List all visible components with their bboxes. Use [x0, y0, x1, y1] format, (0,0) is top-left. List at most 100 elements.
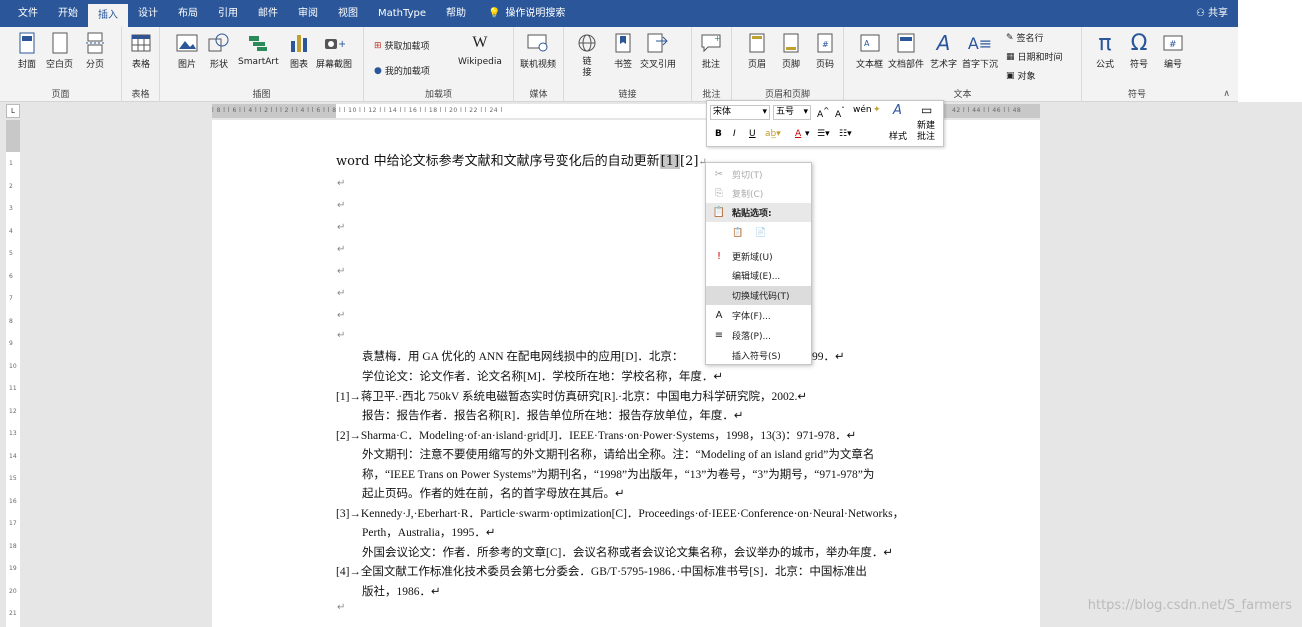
- context-menu-item[interactable]: ✂ 剪切(T): [706, 165, 811, 184]
- highlight-icon[interactable]: ab̲▾: [765, 129, 781, 139]
- tab-layout[interactable]: 布局: [168, 0, 208, 27]
- context-menu-item[interactable]: A 字体(F)...: [706, 306, 811, 325]
- context-menu-item[interactable]: 切换域代码(T): [706, 286, 811, 305]
- paste-text-only-icon[interactable]: 📄: [755, 228, 766, 238]
- numbering-icon[interactable]: ☷▾: [839, 129, 852, 139]
- number-icon: #: [1162, 31, 1184, 55]
- tell-me-search[interactable]: 💡 操作说明搜索: [476, 0, 565, 27]
- collapse-ribbon-icon[interactable]: ∧: [1223, 89, 1230, 99]
- textbox-button[interactable]: A 文本框: [856, 31, 883, 70]
- table-button[interactable]: 表格: [130, 31, 152, 70]
- share-button[interactable]: ⚇ 共享: [1196, 0, 1228, 27]
- tab-view[interactable]: 视图: [328, 0, 368, 27]
- underline-button[interactable]: U: [749, 129, 756, 139]
- object-icon: ▣: [1006, 70, 1015, 81]
- blank-page-button[interactable]: 空白页: [46, 31, 73, 70]
- context-menu-item[interactable]: ! 更新域(U): [706, 247, 811, 266]
- reference-line[interactable]: 报告：报告作者．报告名称[R]．报告单位所在地：报告存放单位，年度．↵: [362, 407, 743, 423]
- equation-button[interactable]: π 公式: [1094, 31, 1116, 71]
- chart-button[interactable]: 图表: [288, 31, 310, 70]
- signature-line-button[interactable]: ✎ 签名行: [1006, 31, 1044, 45]
- page-number-button[interactable]: # 页码: [814, 31, 836, 70]
- date-time-button[interactable]: ▦ 日期和时间: [1006, 50, 1063, 64]
- reference-line[interactable]: 学位论文：论文作者．论文名称[M]．学校所在地：学校名称，年度．↵: [362, 368, 723, 384]
- reference-line[interactable]: 称，“IEEE Trans on Power Systems”为期刊名，“199…: [362, 466, 874, 482]
- font-color-icon[interactable]: A: [795, 129, 801, 139]
- vruler-number: 5: [9, 250, 13, 257]
- tab-home[interactable]: 开始: [48, 0, 88, 27]
- reference-line[interactable]: 外文期刊：注意不要使用缩写的外文期刊名称，请给出全称。注：“Modeling o…: [362, 446, 874, 462]
- tab-file[interactable]: 文件: [8, 0, 48, 27]
- format-painter-icon[interactable]: ✦: [873, 105, 881, 115]
- page-break-button[interactable]: 分页: [84, 31, 106, 70]
- field-ref-2[interactable]: [2]: [680, 154, 698, 169]
- reference-line[interactable]: 起止页码。作者的姓在前，名的首字母放在其后。↵: [362, 485, 625, 501]
- reference-line[interactable]: Perth，Australia，1995．↵: [362, 524, 496, 540]
- smartart-label: SmartArt: [238, 57, 279, 67]
- cross-reference-button[interactable]: 交叉引用: [640, 31, 676, 70]
- tab-design[interactable]: 设计: [128, 0, 168, 27]
- cover-button[interactable]: 封面: [16, 31, 38, 70]
- header-button[interactable]: 页眉: [746, 31, 768, 70]
- doc-title-line[interactable]: word 中给论文标参考文献和文献序号变化后的自动更新[1][2]↵: [336, 150, 707, 169]
- link-button[interactable]: 链 接: [576, 31, 598, 79]
- online-video-button[interactable]: 联机视频: [520, 31, 556, 70]
- smartart-button[interactable]: SmartArt: [238, 31, 279, 67]
- bold-button[interactable]: B: [715, 129, 722, 139]
- bookmark-button[interactable]: 书签: [612, 31, 634, 70]
- tab-selector[interactable]: L: [6, 104, 20, 118]
- context-menu-item[interactable]: 📋 📄: [706, 223, 811, 242]
- shrink-font-icon[interactable]: Aˇ: [835, 106, 845, 120]
- dropcap-button[interactable]: A≡ 首字下沉: [962, 31, 998, 71]
- reference-line[interactable]: [1]→蒋卫平.·西北 750kV 系统电磁暂态实时仿真研究[R].·北京：中国…: [336, 388, 807, 404]
- quick-parts-button[interactable]: 文档部件: [888, 31, 924, 70]
- my-addins-button[interactable]: ● 我的加载项: [374, 64, 430, 78]
- field-ref-1[interactable]: [1]: [659, 154, 681, 169]
- reference-line[interactable]: ↵: [337, 602, 345, 613]
- vruler-number: 18: [9, 542, 17, 550]
- wikipedia-button[interactable]: W Wikipedia: [458, 31, 502, 67]
- shapes-button[interactable]: 形状: [208, 31, 230, 70]
- context-menu-item[interactable]: 📋 粘贴选项:: [706, 203, 811, 222]
- reference-line[interactable]: 版社，1986．↵: [362, 583, 441, 599]
- context-menu-item[interactable]: 插入符号(S): [706, 346, 811, 365]
- font-size-box[interactable]: 五号 ▾: [773, 105, 811, 120]
- context-menu-item[interactable]: 编辑域(E)...: [706, 266, 811, 285]
- picture-button[interactable]: 图片: [176, 31, 198, 70]
- picture-icon: [176, 31, 198, 55]
- group-label-text: 文本: [953, 90, 972, 100]
- reference-line[interactable]: [4]→全国文献工作标准化技术委员会第七分委会．GB/T·5795-1986．·…: [336, 563, 867, 579]
- reference-line[interactable]: [3]→Kennedy·J,·Eberhart·R．Particle·swarm…: [336, 505, 904, 521]
- reference-line[interactable]: [2]→Sharma·C．Modeling·of·an·island·grid[…: [336, 427, 856, 443]
- get-addins-button[interactable]: ⊞ 获取加载项: [374, 39, 430, 53]
- symbol-button[interactable]: Ω 符号: [1128, 31, 1150, 71]
- tab-insert[interactable]: 插入: [88, 4, 128, 27]
- screenshot-button[interactable]: + 屏幕截图: [316, 31, 352, 70]
- wordart-button[interactable]: A 艺术字: [930, 31, 957, 70]
- number-button[interactable]: # 编号: [1162, 31, 1184, 70]
- paste-keep-source-icon[interactable]: 📋: [732, 228, 743, 238]
- footer-button[interactable]: 页脚: [780, 31, 802, 70]
- tab-help[interactable]: 帮助: [436, 0, 476, 27]
- vertical-ruler[interactable]: 1 2 3 4 5 6 7 8 9 10 11 12 13 14 15 16 17 18 19 20 21: [6, 120, 20, 627]
- phonetic-guide-icon[interactable]: wén: [853, 105, 872, 115]
- comment-button[interactable]: + 批注: [700, 31, 722, 70]
- object-button[interactable]: ▣ 对象: [1006, 69, 1036, 83]
- context-menu-item[interactable]: ⎘ 复制(C): [706, 184, 811, 203]
- styles-label[interactable]: 样式: [889, 129, 907, 142]
- reference-line[interactable]: 外国会议论文：作者．所参考的文章[C]．会议名称或者会议论文集名称，会议举办的城…: [362, 544, 893, 560]
- font-name-box[interactable]: 宋体 ▾: [710, 105, 770, 120]
- tab-mailings[interactable]: 邮件: [248, 0, 288, 27]
- new-comment-icon[interactable]: ▭: [921, 103, 932, 117]
- chevron-down-icon[interactable]: ▾: [805, 129, 810, 139]
- styles-icon[interactable]: A: [893, 103, 902, 118]
- grow-font-icon[interactable]: A^: [817, 106, 829, 120]
- tab-references[interactable]: 引用: [208, 0, 248, 27]
- link-label: 链 接: [582, 57, 592, 78]
- italic-button[interactable]: I: [733, 129, 736, 139]
- reference-line[interactable]: 袁慧梅．用 GA 优化的 ANN 在配电网线损中的应用[D]．北京：: [362, 348, 683, 364]
- tab-mathtype[interactable]: MathType: [368, 0, 436, 27]
- context-menu-item[interactable]: ≡ 段落(P)...: [706, 326, 811, 345]
- bullets-icon[interactable]: ☰▾: [817, 129, 830, 139]
- tab-review[interactable]: 审阅: [288, 0, 328, 27]
